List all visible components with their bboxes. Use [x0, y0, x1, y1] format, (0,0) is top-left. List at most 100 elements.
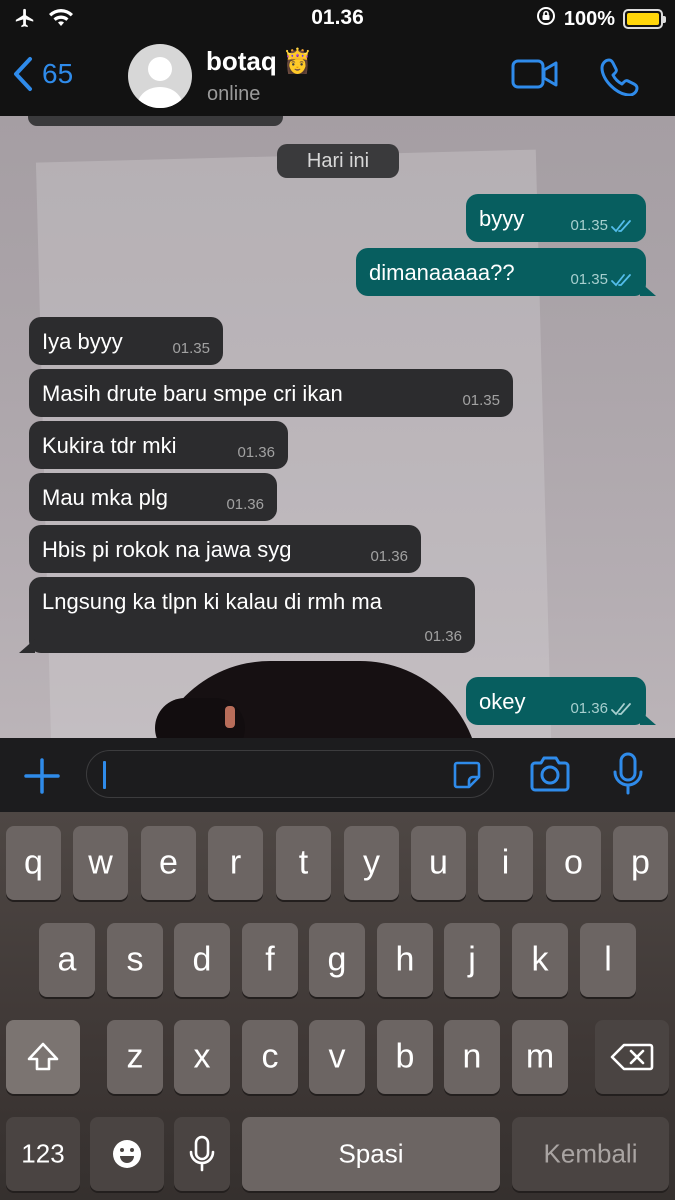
- message-text: Masih drute baru smpe cri ikan: [42, 381, 343, 406]
- key-w[interactable]: w: [73, 826, 128, 900]
- contact-name-text: botaq: [206, 46, 277, 76]
- battery-icon: [623, 9, 666, 29]
- message-meta: 01.35: [462, 392, 500, 409]
- key-v[interactable]: v: [309, 1020, 365, 1094]
- contact-name[interactable]: botaq 👸: [206, 46, 313, 77]
- message-input[interactable]: [86, 750, 494, 798]
- voice-call-button[interactable]: [600, 56, 640, 101]
- message-meta: 01.36: [226, 496, 264, 513]
- message-meta: 01.35: [172, 340, 210, 357]
- delete-key[interactable]: [595, 1020, 669, 1094]
- status-bar: 01.36 100%: [0, 0, 675, 38]
- key-m[interactable]: m: [512, 1020, 568, 1094]
- key-r[interactable]: r: [208, 826, 263, 900]
- unread-count: 65: [42, 58, 74, 89]
- sticker-button[interactable]: [451, 759, 483, 796]
- message-time: 01.35: [570, 217, 608, 234]
- chevron-left-icon: [14, 57, 32, 91]
- key-e[interactable]: e: [141, 826, 196, 900]
- message-bubble-incoming[interactable]: Masih drute baru smpe cri ikan 01.35: [29, 369, 513, 417]
- key-h[interactable]: h: [377, 923, 433, 997]
- key-a[interactable]: a: [39, 923, 95, 997]
- attach-button[interactable]: [22, 756, 62, 801]
- message-text: okey: [479, 689, 526, 714]
- dictation-key[interactable]: [174, 1117, 230, 1191]
- key-o[interactable]: o: [546, 826, 601, 900]
- space-key[interactable]: Spasi: [242, 1117, 500, 1191]
- key-z[interactable]: z: [107, 1020, 163, 1094]
- message-bubble-outgoing[interactable]: dimanaaaaa?? 01.35: [356, 248, 656, 296]
- contact-status: online: [207, 83, 261, 105]
- key-c[interactable]: c: [242, 1020, 298, 1094]
- message-bubble-incoming[interactable]: Mau mka plg 01.36: [29, 473, 277, 521]
- message-meta: 01.36: [570, 700, 633, 717]
- key-u[interactable]: u: [411, 826, 466, 900]
- key-f[interactable]: f: [242, 923, 298, 997]
- key-k[interactable]: k: [512, 923, 568, 997]
- message-bubble-incoming[interactable]: Kukira tdr mki 01.36: [29, 421, 288, 469]
- key-x[interactable]: x: [174, 1020, 230, 1094]
- previous-message-bubble[interactable]: [28, 116, 283, 126]
- wallpaper-hair-tie: [225, 706, 235, 728]
- message-input-bar: [0, 738, 675, 812]
- microphone-icon: [189, 1135, 215, 1172]
- key-i[interactable]: i: [478, 826, 533, 900]
- message-bubble-outgoing[interactable]: okey 01.36: [466, 677, 656, 725]
- bubble-tail: [19, 639, 35, 653]
- message-text: Lngsung ka tlpn ki kalau di rmh ma: [42, 589, 382, 614]
- princess-emoji: 👸: [282, 48, 313, 75]
- bubble-tail: [640, 711, 656, 725]
- key-t[interactable]: t: [276, 826, 331, 900]
- voice-note-button[interactable]: [612, 752, 644, 801]
- message-time: 01.35: [172, 340, 210, 357]
- message-bubble-incoming[interactable]: Lngsung ka tlpn ki kalau di rmh ma 01.36: [19, 577, 475, 653]
- key-n[interactable]: n: [444, 1020, 500, 1094]
- message-meta: 01.36: [370, 548, 408, 565]
- message-text: Hbis pi rokok na jawa syg: [42, 537, 292, 562]
- camera-button[interactable]: [528, 754, 572, 799]
- message-text: Mau mka plg: [42, 485, 168, 510]
- key-y[interactable]: y: [344, 826, 399, 900]
- keyboard: q w e r t y u i o p a s d f g h j k l z …: [0, 812, 675, 1200]
- key-s[interactable]: s: [107, 923, 163, 997]
- key-p[interactable]: p: [613, 826, 668, 900]
- key-g[interactable]: g: [309, 923, 365, 997]
- return-key[interactable]: Kembali: [512, 1117, 669, 1191]
- chat-area[interactable]: Hari ini byyy 01.35 dimanaaaaa?? 01.35 I…: [0, 116, 675, 738]
- message-time: 01.36: [424, 628, 462, 645]
- delivered-ticks-icon: [611, 702, 631, 715]
- key-q[interactable]: q: [6, 826, 61, 900]
- battery-percent: 100%: [563, 7, 615, 30]
- shift-key[interactable]: [6, 1020, 80, 1094]
- camera-icon: [530, 756, 570, 792]
- sticker-icon: [453, 761, 481, 789]
- key-d[interactable]: d: [174, 923, 230, 997]
- message-bubble-outgoing[interactable]: byyy 01.35: [466, 194, 646, 242]
- message-bubble-incoming[interactable]: Hbis pi rokok na jawa syg 01.36: [29, 525, 421, 573]
- orientation-lock-icon: [536, 6, 556, 32]
- message-time: 01.35: [462, 392, 500, 409]
- message-bubble-incoming[interactable]: Iya byyy 01.35: [29, 317, 223, 365]
- message-time: 01.36: [370, 548, 408, 565]
- message-text: Kukira tdr mki: [42, 433, 177, 458]
- bubble-tail: [640, 282, 656, 296]
- message-text: dimanaaaaa??: [369, 260, 515, 285]
- emoji-icon: [113, 1140, 141, 1168]
- numbers-key[interactable]: 123: [6, 1117, 80, 1191]
- message-text: byyy: [479, 206, 525, 231]
- message-time: 01.36: [226, 496, 264, 513]
- key-l[interactable]: l: [580, 923, 636, 997]
- read-ticks-icon: [611, 219, 631, 232]
- message-time: 01.36: [570, 700, 608, 717]
- message-time: 01.35: [570, 271, 608, 288]
- key-b[interactable]: b: [377, 1020, 433, 1094]
- avatar[interactable]: [128, 44, 192, 108]
- video-call-button[interactable]: [510, 56, 560, 97]
- plus-icon: [24, 758, 60, 794]
- chat-header: 65 botaq 👸 online: [0, 38, 675, 116]
- key-j[interactable]: j: [444, 923, 500, 997]
- backspace-icon: [610, 1043, 654, 1071]
- read-ticks-icon: [611, 273, 631, 286]
- back-button[interactable]: 65: [12, 56, 73, 92]
- emoji-key[interactable]: [90, 1117, 164, 1191]
